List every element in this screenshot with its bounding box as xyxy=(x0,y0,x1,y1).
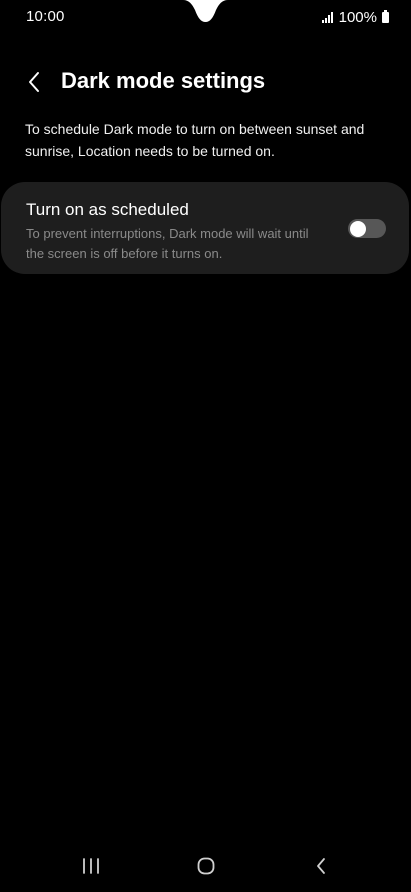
setting-subtitle: To prevent interruptions, Dark mode will… xyxy=(26,226,309,261)
battery-icon xyxy=(382,9,389,23)
screen: 10:00 100% Dark mode settings To schedul… xyxy=(0,0,411,892)
signal-icon xyxy=(321,11,333,23)
navigation-bar xyxy=(0,842,411,890)
page-title: Dark mode settings xyxy=(61,68,266,93)
location-description: To schedule Dark mode to turn on between… xyxy=(25,121,365,159)
home-icon xyxy=(197,857,215,875)
status-icons: 100% xyxy=(321,8,389,26)
recent-apps-icon xyxy=(83,858,99,874)
setting-title: Turn on as scheduled xyxy=(26,200,189,219)
chevron-left-icon xyxy=(29,72,39,92)
toggle-knob xyxy=(350,220,366,237)
status-time: 10:00 xyxy=(26,8,65,25)
back-button[interactable] xyxy=(20,64,48,100)
recent-apps-button[interactable] xyxy=(69,850,113,882)
camera-notch xyxy=(183,0,228,22)
nav-back-button[interactable] xyxy=(299,850,343,882)
battery-percentage: 100% xyxy=(338,8,377,26)
schedule-toggle[interactable] xyxy=(348,219,386,238)
back-icon xyxy=(317,858,325,874)
turn-on-as-scheduled-setting[interactable]: Turn on as scheduled To prevent interrup… xyxy=(1,182,409,274)
home-button[interactable] xyxy=(184,850,228,882)
